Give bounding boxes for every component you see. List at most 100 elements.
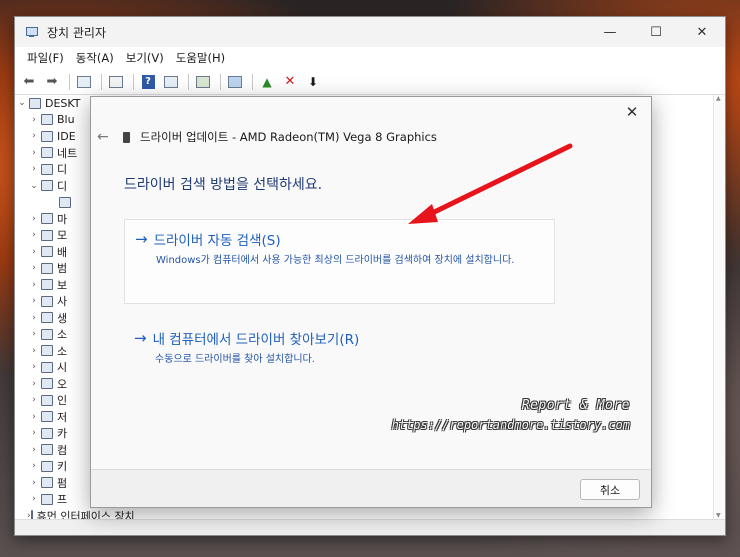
chevron-right-icon[interactable]: ›: [27, 346, 41, 356]
tree-item[interactable]: › 펌: [15, 475, 90, 492]
watermark-url: https://reportandmore.tistory.com: [391, 418, 630, 432]
tree-root[interactable]: ⌄ DESKT: [15, 95, 90, 112]
device-category-icon: [41, 130, 53, 142]
tree-item-label: 소: [57, 344, 68, 358]
tree-item-label: IDE: [57, 129, 76, 143]
tree-item[interactable]: › 사: [15, 293, 90, 310]
menu-help[interactable]: 도움말(H): [170, 48, 231, 68]
chevron-right-icon[interactable]: ›: [27, 263, 41, 273]
properties-icon[interactable]: [74, 72, 94, 92]
tree-item[interactable]: › 시: [15, 359, 90, 376]
device-category-icon: [41, 213, 53, 225]
back-arrow-icon[interactable]: ←: [97, 129, 109, 145]
toolbar-separator: [69, 73, 70, 90]
download-icon[interactable]: ⬇: [303, 72, 323, 92]
chevron-right-icon[interactable]: ›: [27, 214, 41, 224]
monitor-icon[interactable]: [225, 72, 245, 92]
tree-item[interactable]: › 디: [15, 161, 90, 178]
tree-item[interactable]: › 마: [15, 211, 90, 228]
back-arrow-icon[interactable]: ⬅: [19, 72, 39, 92]
horizontal-scrollbar[interactable]: [15, 519, 725, 535]
chevron-right-icon[interactable]: ›: [27, 313, 41, 323]
tree-item-label: 저: [57, 410, 68, 424]
chevron-right-icon[interactable]: ›: [27, 280, 41, 290]
menu-view[interactable]: 보기(V): [120, 48, 170, 68]
device-category-icon: [59, 196, 71, 208]
close-button[interactable]: ✕: [679, 17, 725, 47]
tree-item[interactable]: › IDE: [15, 128, 90, 145]
browse-computer-title: 내 컴퓨터에서 드라이버 찾아보기(R): [152, 332, 360, 348]
tree-item[interactable]: › 소: [15, 326, 90, 343]
chevron-right-icon[interactable]: ›: [27, 461, 41, 471]
tree-item-label: 사: [57, 295, 68, 309]
device-category-icon: [41, 378, 53, 390]
chevron-right-icon[interactable]: ›: [27, 412, 41, 422]
tree-item[interactable]: › 카: [15, 425, 90, 442]
device-category-icon: [41, 361, 53, 373]
maximize-button[interactable]: ☐: [633, 17, 679, 47]
tree-item[interactable]: › 인: [15, 392, 90, 409]
chevron-right-icon[interactable]: ›: [27, 428, 41, 438]
title-bar[interactable]: 장치 관리자 — ☐ ✕: [15, 17, 725, 47]
chevron-down-icon[interactable]: ⌄: [27, 181, 41, 191]
device-category-icon: [41, 295, 53, 307]
tree-item[interactable]: ⌄ 디: [15, 178, 90, 195]
tree-item[interactable]: › Blu: [15, 112, 90, 129]
device-category-icon: [41, 460, 53, 472]
chevron-down-icon: ⌄: [18, 98, 26, 109]
chevron-right-icon[interactable]: ›: [27, 230, 41, 240]
update-driver-icon[interactable]: [193, 72, 213, 92]
tree-item[interactable]: › 생: [15, 310, 90, 327]
chevron-right-icon[interactable]: ›: [27, 148, 41, 158]
chevron-right-icon[interactable]: ›: [27, 379, 41, 389]
chevron-right-icon[interactable]: ›: [27, 362, 41, 372]
cancel-button[interactable]: 취소: [580, 479, 640, 500]
tree-item[interactable]: › 배: [15, 244, 90, 261]
toolbar-separator: [133, 73, 134, 90]
chevron-right-icon[interactable]: ›: [27, 296, 41, 306]
chevron-right-icon[interactable]: ›: [27, 247, 41, 257]
toolbar-separator: [101, 73, 102, 90]
tree-item[interactable]: › 소: [15, 343, 90, 360]
vertical-scrollbar[interactable]: [713, 95, 725, 519]
tree-item[interactable]: › 프: [15, 491, 90, 508]
chevron-right-icon[interactable]: ›: [27, 115, 41, 125]
list-icon[interactable]: [106, 72, 126, 92]
device-category-icon: [41, 411, 53, 423]
tree-item[interactable]: › 오: [15, 376, 90, 393]
tree-item-label: 마: [57, 212, 68, 226]
chevron-right-icon[interactable]: ›: [27, 494, 41, 504]
chevron-right-icon[interactable]: ›: [27, 329, 41, 339]
menu-file[interactable]: 파일(F): [21, 48, 70, 68]
menu-action[interactable]: 동작(A): [70, 48, 120, 68]
chevron-right-icon[interactable]: ›: [27, 164, 41, 174]
forward-arrow-icon[interactable]: ➡: [42, 72, 62, 92]
menu-bar: 파일(F) 동작(A) 보기(V) 도움말(H): [15, 47, 725, 69]
tree-item-label: 생: [57, 311, 68, 325]
chevron-right-icon[interactable]: ›: [27, 478, 41, 488]
chevron-right-icon[interactable]: ›: [27, 445, 41, 455]
red-annotation-arrow-icon: [408, 143, 573, 224]
dialog-close-button[interactable]: ✕: [623, 103, 641, 121]
help-icon[interactable]: ?: [138, 72, 158, 92]
tree-item[interactable]: [15, 194, 90, 211]
chevron-right-icon[interactable]: ›: [27, 395, 41, 405]
tree-item[interactable]: › 보: [15, 277, 90, 294]
tree-item[interactable]: › 범: [15, 260, 90, 277]
tree-item[interactable]: › 저: [15, 409, 90, 426]
tree-item[interactable]: › 키: [15, 458, 90, 475]
remove-icon[interactable]: ✕: [280, 72, 300, 92]
auto-search-option[interactable]: → 드라이버 자동 검색(S) Windows가 컴퓨터에서 사용 가능한 최상…: [124, 219, 555, 304]
tree-item[interactable]: › 네트: [15, 145, 90, 162]
tree-item-label: 배: [57, 245, 68, 259]
arrow-right-icon: →: [134, 329, 147, 347]
toolbar-separator: [220, 73, 221, 90]
browse-computer-option[interactable]: → 내 컴퓨터에서 드라이버 찾아보기(R) 수동으로 드라이버를 찾아 설치합…: [124, 319, 555, 367]
tree-item[interactable]: › 모: [15, 227, 90, 244]
enable-device-icon[interactable]: ▲: [257, 72, 277, 92]
chevron-right-icon[interactable]: ›: [27, 131, 41, 141]
tree-item[interactable]: › 컴: [15, 442, 90, 459]
minimize-button[interactable]: —: [587, 17, 633, 47]
view-icon[interactable]: [161, 72, 181, 92]
display-adapter-icon: [123, 131, 130, 143]
